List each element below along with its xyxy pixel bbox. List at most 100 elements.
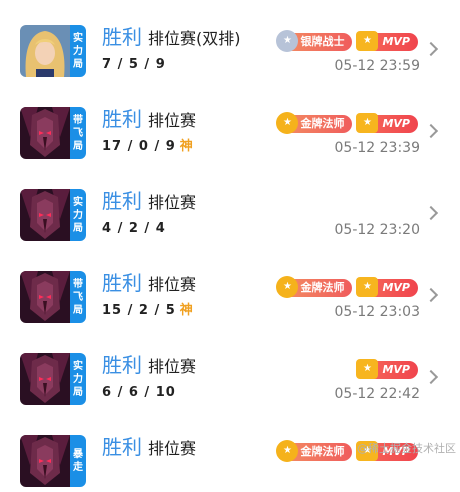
trophy-icon: ★ [356,277,379,297]
watermark: @稀土掘金技术社区 [357,442,456,455]
match-row[interactable]: 带飞局胜利 排位赛 15 / 2 / 5 神 ★ 金牌法师 ★ MVP 05-12 23:03 [0,246,460,328]
match-type-tag-char: 局 [73,386,83,398]
gold-medal-badge: ★ 金牌法师 [276,276,353,298]
match-result: 胜利 [102,271,142,295]
star-medal-icon: ★ [276,30,299,52]
match-type-tag: 实力局 [70,189,86,241]
mvp-badge: ★ MVP [356,359,418,379]
mvp-badge: ★ MVP [356,113,418,133]
kda-value: 15 / 2 / 5 [102,303,176,318]
star-medal-icon: ★ [276,112,299,134]
hero-avatar: 带飞局 [20,271,86,323]
match-row[interactable]: 实力局胜利 排位赛(双排) 7 / 5 / 9 ★ 银牌战士 ★ MVP 05-12 23:5… [0,0,460,82]
badge-label: MVP [382,117,410,130]
match-kda: 15 / 2 / 5神 [102,304,194,318]
match-type-tag-char: 飞 [73,127,83,139]
match-result: 胜利 [102,353,142,377]
hero-portrait [20,189,70,241]
hero-portrait [20,271,70,323]
match-type-tag-char: 带 [73,278,83,290]
hero-avatar: 带飞局 [20,107,86,159]
badge-label: 银牌战士 [300,35,345,48]
badge-label: 金牌法师 [300,117,345,130]
mvp-badge: ★ MVP [356,277,418,297]
star-medal-icon: ★ [276,276,299,298]
match-mode: 排位赛 [148,111,197,130]
match-time: 05-12 23:20 [334,222,420,238]
hero-avatar: 实力局 [20,353,86,405]
match-time: 05-12 22:42 [334,386,420,402]
hero-avatar: 暴走 [20,435,86,487]
match-mode: 排位赛 [148,439,197,458]
chevron-right-icon[interactable] [423,287,439,303]
kda-value: 6 / 6 / 10 [102,385,176,400]
match-row[interactable]: 实力局胜利 排位赛 4 / 2 / 4 05-12 23:20 [0,164,460,246]
gold-medal-badge: ★ 金牌法师 [276,440,353,462]
hero-portrait [20,353,70,405]
chevron-right-icon[interactable] [423,369,439,385]
match-mode: 排位赛 [148,357,197,376]
match-badges: ★ 银牌战士 ★ MVP [276,30,418,52]
match-type-tag: 实力局 [70,353,86,405]
match-type-tag-char: 走 [73,462,83,473]
match-type-tag-char: 力 [73,373,83,385]
badge-label: 金牌法师 [300,281,345,294]
match-row[interactable]: 实力局胜利 排位赛 6 / 6 / 10 ★ MVP 05-12 22:42 [0,328,460,410]
match-badges: ★ 金牌法师 ★ MVP [276,112,418,134]
match-time: 05-12 23:39 [334,140,420,156]
gold-medal-badge: ★ 金牌法师 [276,112,353,134]
chevron-right-icon[interactable] [423,123,439,139]
match-badges: ★ MVP [356,359,418,379]
kda-value: 17 / 0 / 9 [102,139,176,154]
badge-label: MVP [382,281,410,294]
match-result: 胜利 [102,107,142,131]
match-kda: 6 / 6 / 10 [102,386,176,400]
match-time: 05-12 23:03 [334,304,420,320]
match-type-tag-char: 局 [73,222,83,234]
match-type-tag: 暴走 [70,435,86,487]
match-type-tag-char: 局 [73,58,83,70]
badge-label: 金牌法师 [300,445,345,458]
match-type-tag-char: 实 [73,360,83,372]
match-type-tag-char: 力 [73,45,83,57]
trophy-icon: ★ [356,359,379,379]
match-type-tag: 实力局 [70,25,86,77]
match-type-tag-char: 飞 [73,291,83,303]
hero-avatar: 实力局 [20,25,86,77]
kda-value: 4 / 2 / 4 [102,221,166,236]
god-mark: 神 [179,139,194,154]
match-badges: ★ 金牌法师 ★ MVP [276,276,418,298]
match-mode: 排位赛 [148,275,197,294]
match-mode: 排位赛 [148,193,197,212]
match-type-tag-char: 实 [73,32,83,44]
match-type-tag-char: 带 [73,114,83,126]
match-kda: 4 / 2 / 4 [102,222,166,236]
mvp-badge: ★ MVP [356,31,418,51]
trophy-icon: ★ [356,31,379,51]
match-type-tag-char: 暴 [73,449,83,460]
silver-medal-badge: ★ 银牌战士 [276,30,353,52]
chevron-right-icon[interactable] [423,41,439,57]
hero-portrait [20,107,70,159]
match-type-tag-char: 力 [73,209,83,221]
match-result: 胜利 [102,25,142,49]
match-row[interactable]: 带飞局胜利 排位赛 17 / 0 / 9 神 ★ 金牌法师 ★ MVP 05-12 23:39 [0,82,460,164]
match-type-tag: 带飞局 [70,107,86,159]
match-type-tag-char: 局 [73,304,83,316]
match-time: 05-12 23:59 [334,58,420,74]
chevron-right-icon[interactable] [423,205,439,221]
hero-portrait [20,25,70,77]
hero-portrait [20,435,70,487]
match-type-tag-char: 实 [73,196,83,208]
match-mode: 排位赛(双排) [148,29,241,48]
match-result: 胜利 [102,435,142,459]
match-history-list: 实力局胜利 排位赛(双排) 7 / 5 / 9 ★ 银牌战士 ★ MVP 05-12 23:5… [0,0,460,492]
god-mark: 神 [179,303,194,318]
match-type-tag: 带飞局 [70,271,86,323]
badge-label: MVP [382,35,410,48]
trophy-icon: ★ [356,113,379,133]
match-type-tag-char: 局 [73,140,83,152]
kda-value: 7 / 5 / 9 [102,57,166,72]
star-medal-icon: ★ [276,440,299,462]
match-result: 胜利 [102,189,142,213]
